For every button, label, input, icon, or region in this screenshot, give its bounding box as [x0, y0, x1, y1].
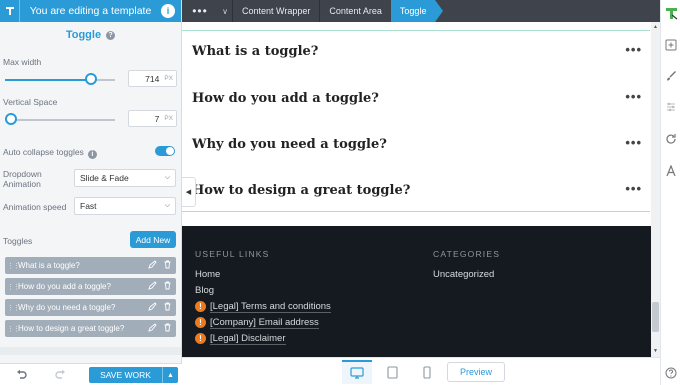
- thrive-editor-icon[interactable]: [663, 5, 679, 21]
- panel-title: Toggle ?: [0, 29, 181, 45]
- sidebar-header: You are editing a template i: [0, 0, 181, 22]
- chevron-down-icon: ⌵: [164, 202, 170, 209]
- delete-icon[interactable]: [163, 281, 172, 292]
- max-width-input[interactable]: 714 PX: [128, 70, 177, 87]
- footer-link-terms[interactable]: [Legal] Terms and conditions: [210, 301, 331, 313]
- info-icon[interactable]: i: [161, 4, 175, 18]
- add-element-icon[interactable]: [663, 37, 679, 53]
- typography-icon[interactable]: [663, 163, 679, 179]
- drag-handle-icon[interactable]: ⋮⋮: [7, 283, 20, 291]
- toggle-list-item-label: How do you add a toggle?: [18, 282, 111, 291]
- refresh-icon[interactable]: [663, 131, 679, 147]
- redo-icon[interactable]: [55, 368, 67, 385]
- toggle-element[interactable]: What is a toggle? ••• How do you add a to…: [182, 30, 650, 212]
- sidebar-body: Toggle ? Max width 714 PX Vertical Space …: [0, 22, 181, 363]
- breadcrumb-bar: ••• ∨ Content Wrapper Content Area Toggl…: [182, 0, 660, 22]
- scroll-up-icon[interactable]: ▲: [651, 24, 660, 30]
- toggle-menu-icon[interactable]: •••: [625, 135, 642, 150]
- max-width-slider-fill: [5, 79, 92, 81]
- edit-icon[interactable]: [148, 260, 157, 271]
- toggle-menu-icon[interactable]: •••: [625, 42, 642, 57]
- desktop-view-button[interactable]: [342, 360, 372, 384]
- sidebar-footer: SAVE WORK ▲: [0, 363, 182, 385]
- breadcrumb-toggle[interactable]: Toggle: [390, 0, 443, 22]
- undo-icon[interactable]: [15, 368, 27, 385]
- thrive-logo-icon[interactable]: [0, 0, 20, 22]
- toggle-title[interactable]: What is a toggle? •••: [192, 42, 642, 59]
- warning-icon: !: [195, 333, 206, 344]
- settings-sidebar: You are editing a template i Toggle ? Ma…: [0, 0, 182, 385]
- categories-heading: CATEGORIES: [433, 249, 501, 259]
- info-icon[interactable]: i: [87, 150, 97, 159]
- toggle-title[interactable]: How to design a great toggle? •••: [192, 181, 642, 198]
- device-bar: Preview: [182, 357, 660, 385]
- toggle-list-item[interactable]: ⋮⋮ How to design a great toggle?: [5, 320, 176, 337]
- vertical-space-slider-track[interactable]: [5, 119, 115, 121]
- canvas-scrollbar[interactable]: ▲ ▼: [651, 22, 660, 357]
- brush-icon[interactable]: [663, 68, 679, 84]
- right-toolbar: [660, 0, 680, 385]
- help-icon[interactable]: ?: [106, 31, 116, 40]
- vertical-space-label: Vertical Space: [3, 97, 58, 107]
- editor-canvas: What is a toggle? ••• How do you add a to…: [182, 22, 660, 357]
- max-width-label: Max width: [3, 57, 42, 67]
- preview-button[interactable]: Preview: [447, 362, 505, 382]
- drag-handle-icon[interactable]: ⋮⋮: [7, 304, 20, 312]
- toggle-title[interactable]: How do you add a toggle? •••: [192, 89, 642, 106]
- editing-template-title: You are editing a template: [29, 5, 152, 17]
- toggle-menu-icon[interactable]: •••: [625, 181, 642, 196]
- vertical-space-input[interactable]: 7 PX: [128, 110, 177, 127]
- delete-icon[interactable]: [163, 260, 172, 271]
- delete-icon[interactable]: [163, 302, 172, 313]
- edit-icon[interactable]: [148, 323, 157, 334]
- site-footer: USEFUL LINKS Home Blog ! [Legal] Terms a…: [182, 226, 651, 357]
- footer-link-home[interactable]: Home: [195, 269, 220, 280]
- toggle-title[interactable]: Why do you need a toggle? •••: [192, 135, 642, 152]
- chevron-down-icon[interactable]: ∨: [218, 7, 232, 16]
- drag-handle-icon[interactable]: ⋮⋮: [7, 325, 20, 333]
- breadcrumb-content-area[interactable]: Content Area: [319, 0, 391, 22]
- footer-link-blog[interactable]: Blog: [195, 285, 214, 296]
- add-new-button[interactable]: Add New: [130, 231, 176, 248]
- edit-icon[interactable]: [148, 281, 157, 292]
- toggle-list-item-label: Why do you need a toggle?: [18, 303, 116, 312]
- toggle-list-item-label: How to design a great toggle?: [18, 324, 125, 333]
- vertical-space-slider-knob[interactable]: [5, 113, 17, 125]
- mobile-view-button[interactable]: [412, 360, 442, 384]
- auto-collapse-switch[interactable]: [155, 146, 175, 156]
- footer-link-email[interactable]: [Company] Email address: [210, 317, 319, 329]
- chevron-up-icon[interactable]: ▲: [162, 367, 178, 383]
- scroll-down-icon[interactable]: ▼: [651, 348, 660, 354]
- footer-category-link[interactable]: Uncategorized: [433, 269, 494, 280]
- breadcrumb-content-wrapper[interactable]: Content Wrapper: [232, 0, 319, 22]
- dropdown-animation-select[interactable]: Slide & Fade ⌵: [74, 169, 176, 187]
- edit-icon[interactable]: [148, 302, 157, 313]
- editor-app: You are editing a template i Toggle ? Ma…: [0, 0, 680, 385]
- dropdown-animation-label: Dropdown Animation: [3, 169, 42, 189]
- scrollbar-thumb[interactable]: [652, 302, 659, 332]
- footer-link-disclaimer[interactable]: [Legal] Disclaimer: [210, 333, 286, 345]
- chevron-down-icon: ⌵: [164, 174, 170, 181]
- save-work-button[interactable]: SAVE WORK ▲: [89, 367, 178, 383]
- toggle-list-item[interactable]: ⋮⋮ What is a toggle?: [5, 257, 176, 274]
- tablet-view-button[interactable]: [377, 360, 407, 384]
- max-width-slider-knob[interactable]: [85, 73, 98, 85]
- animation-speed-select[interactable]: Fast ⌵: [74, 197, 176, 215]
- more-icon[interactable]: •••: [182, 4, 218, 18]
- toggle-menu-icon[interactable]: •••: [625, 89, 642, 104]
- useful-links-heading: USEFUL LINKS: [195, 249, 270, 259]
- drag-handle-icon[interactable]: ⋮⋮: [7, 262, 20, 270]
- toggle-list-item[interactable]: ⋮⋮ Why do you need a toggle?: [5, 299, 176, 316]
- settings-sliders-icon[interactable]: [663, 99, 679, 115]
- toggle-list-item[interactable]: ⋮⋮ How do you add a toggle?: [5, 278, 176, 295]
- help-icon[interactable]: [663, 365, 679, 381]
- sidebar-scroll-hint: [0, 347, 181, 355]
- toggle-list-item-label: What is a toggle?: [18, 261, 80, 270]
- warning-icon: !: [195, 301, 206, 312]
- delete-icon[interactable]: [163, 323, 172, 334]
- collapse-sidebar-button[interactable]: ◀: [182, 177, 196, 207]
- warning-icon: !: [195, 317, 206, 328]
